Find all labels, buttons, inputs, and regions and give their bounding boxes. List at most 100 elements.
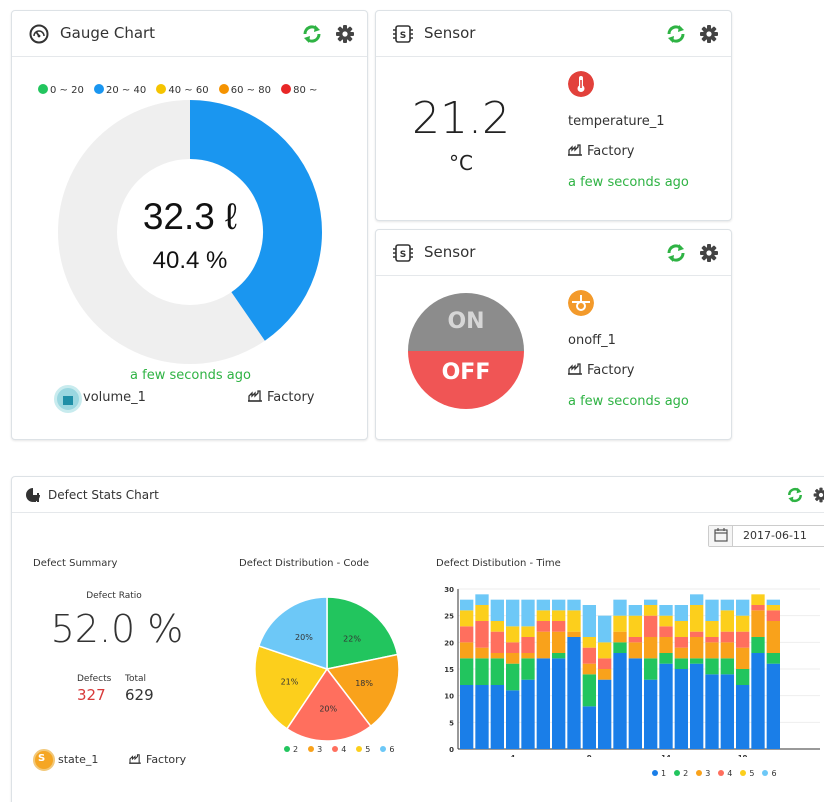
pie-legend-item: 2 [284,745,298,754]
updated-time: a few seconds ago [130,368,251,383]
bar-segment-series-3 [490,653,504,659]
legend-label: 6 [389,745,395,754]
y-tick-label: 0 [449,746,454,754]
bar-segment-series-3 [644,637,658,659]
bar-segment-series-6 [766,599,780,605]
x-tick-label: 9 [587,754,592,757]
bar-segment-series-6 [567,599,581,611]
onoff-sensor-card: S Sensor ON OFF onoff_1 Factory a few se… [375,229,732,440]
bar-segment-series-3 [598,669,612,680]
bar-segment-series-2 [506,663,520,691]
bar-segment-series-6 [690,594,704,605]
bar-segment-series-5 [690,605,704,632]
x-tick-label: 4 [510,754,515,757]
location: Factory [568,363,635,378]
bar-segment-series-4 [751,605,765,611]
card-header: S Sensor [376,11,731,57]
bar-segment-series-4 [506,642,520,653]
date-picker[interactable]: 2017-06-11 [708,525,824,547]
bar-segment-series-3 [751,610,765,637]
legend-dot [156,84,167,94]
legend-dot [356,746,363,752]
onoff-toggle[interactable]: ON OFF [408,293,524,409]
bar-segment-series-1 [674,669,688,749]
location: Factory [248,390,315,405]
bar-segment-series-2 [720,658,734,675]
bar-segment-series-6 [720,599,734,611]
bar-segment-series-4 [460,626,474,643]
bar-segment-series-4 [475,621,489,648]
bar-segment-series-1 [766,663,780,749]
bar-segment-series-5 [720,610,734,632]
bar-segment-series-6 [659,605,673,616]
gear-icon[interactable] [334,23,356,45]
location: Factory [129,753,186,766]
bar-segment-series-5 [674,621,688,637]
calendar-icon[interactable] [709,526,733,546]
bar-segment-series-5 [613,615,627,632]
gauge-percent: 40.4 % [152,247,228,274]
legend-label: 3 [317,745,323,754]
legend-label: 2 [683,769,689,778]
bar-segment-series-4 [644,615,658,637]
sensor-name: temperature_1 [568,114,665,129]
legend-dot [674,770,681,776]
bar-segment-series-4 [598,658,612,669]
bar-segment-series-1 [736,685,750,749]
defect-time-bar-chart: 0 5 10 15 20 25 30 4 9 14 19 [444,586,820,757]
defects-value: 327 [77,686,106,704]
bar-segment-series-4 [521,637,535,653]
bar-legend-item: 2 [674,769,688,778]
bar-segment-series-5 [552,610,566,621]
location-label: Factory [267,390,315,405]
bar-segment-series-2 [659,653,673,664]
bar-segment-series-2 [582,674,596,707]
legend-item: 80 ~ [281,84,317,96]
bar-segment-series-2 [613,642,627,653]
bar-segment-series-1 [644,679,658,749]
bar-segment-series-3 [567,631,581,637]
bar-segment-series-2 [736,669,750,685]
gear-icon[interactable] [698,23,720,45]
refresh-icon[interactable] [301,23,323,45]
bar-segment-series-2 [475,658,489,685]
bar-segment-series-5 [460,610,474,627]
refresh-icon[interactable] [665,242,687,264]
legend-label: 5 [749,769,755,778]
bar-segment-series-5 [582,637,596,648]
bar-segment-series-6 [613,599,627,616]
bar-segment-series-1 [659,663,673,749]
bar-legend-item: 4 [718,769,732,778]
factory-icon [568,144,582,156]
gear-icon[interactable] [698,242,720,264]
bar-segment-series-1 [460,685,474,749]
y-tick-label: 25 [444,613,454,621]
refresh-icon[interactable] [665,23,687,45]
card-title: Sensor [424,243,476,261]
bar-segment-series-3 [506,653,520,664]
x-tick-label: 14 [661,754,671,757]
legend-dot [281,84,292,94]
bar-segment-series-4 [720,631,734,643]
bar-segment-series-3 [690,637,704,659]
pie-slice-label: 20% [295,633,313,642]
bar-segment-series-3 [705,642,719,659]
bar-segment-series-1 [751,653,765,749]
bar-segment-series-6 [674,605,688,621]
bar-segment-series-1 [490,685,504,749]
pie-legend-item: 4 [332,745,346,754]
bar-segment-series-3 [659,637,673,653]
bar-segment-series-3 [736,647,750,669]
refresh-icon[interactable] [786,486,804,504]
summary-title: Defect Summary [33,558,118,569]
legend-dot [762,770,769,776]
legend-label: 6 [771,769,777,778]
gauge-legend: 0 ~ 20 20 ~ 40 40 ~ 60 60 ~ 80 80 ~ [38,84,324,96]
card-header: Gauge Chart [12,11,367,57]
legend-item: 0 ~ 20 [38,84,84,96]
bar-segment-series-1 [521,679,535,749]
bar-segment-series-6 [521,599,535,627]
bar-segment-series-4 [736,631,750,648]
bar-segment-series-3 [766,621,780,653]
gear-icon[interactable] [812,486,824,504]
